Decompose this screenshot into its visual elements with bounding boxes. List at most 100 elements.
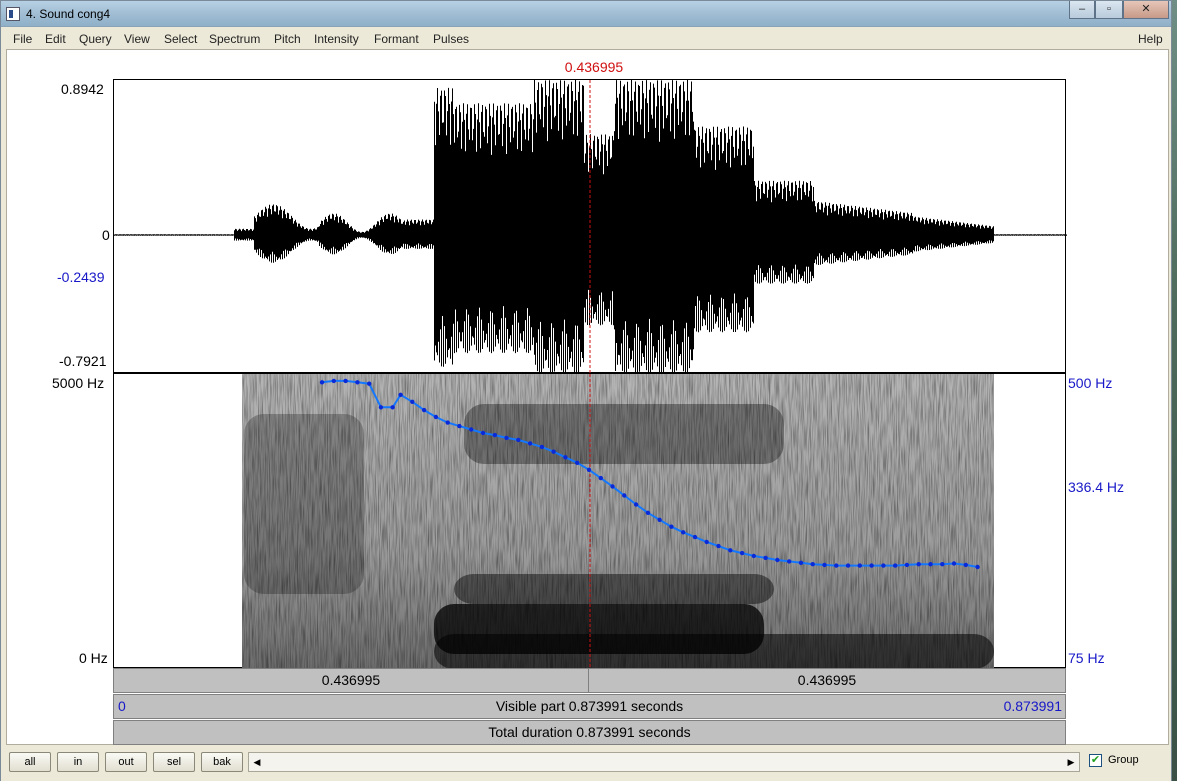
- menu-intensity[interactable]: Intensity: [314, 32, 359, 46]
- pitch-point: [598, 475, 603, 481]
- pitch-point: [527, 441, 533, 446]
- pitch-point: [798, 560, 804, 565]
- menu-edit[interactable]: Edit: [45, 32, 66, 46]
- formant-band: [464, 404, 784, 464]
- formant-band: [244, 414, 364, 594]
- minimize-button[interactable]: ‒: [1069, 1, 1095, 19]
- scroll-right-icon[interactable]: ▶: [1063, 753, 1079, 771]
- pitch-point: [410, 399, 415, 404]
- menu-spectrum[interactable]: Spectrum: [209, 32, 260, 46]
- pitch-point: [398, 392, 403, 397]
- pitch-point: [633, 502, 639, 507]
- pitch-point: [367, 381, 372, 386]
- cursor-time-label: 0.436995: [564, 59, 624, 75]
- pitch-point: [469, 427, 474, 432]
- menu-pulses[interactable]: Pulses: [433, 32, 469, 46]
- pitch-point: [775, 557, 780, 563]
- group-label: Group: [1108, 754, 1139, 766]
- bottom-toolbar: all in out sel bak ◀ ▶ ✔ Group: [1, 745, 1171, 781]
- time-bar-left[interactable]: 0.436995: [114, 669, 589, 692]
- scroll-left-icon[interactable]: ◀: [249, 753, 265, 771]
- visible-part-label: Visible part 0.873991 seconds: [495, 698, 684, 714]
- pitch-point: [822, 562, 827, 568]
- zoom-back-button[interactable]: bak: [201, 752, 243, 772]
- waveform-marker-label: -0.2439: [57, 269, 105, 285]
- cursor-time-bar[interactable]: 0.436995 0.436995: [113, 668, 1066, 693]
- menu-view[interactable]: View: [124, 32, 150, 46]
- pitch-point: [916, 562, 921, 567]
- pitch-point: [893, 563, 898, 568]
- pitch-point: [681, 530, 686, 535]
- maximize-button[interactable]: ▫: [1095, 1, 1123, 19]
- praat-icon: [6, 7, 20, 21]
- spectrogram-freq-top-label: 5000 Hz: [52, 375, 105, 391]
- pitch-mid-label: 336.4 Hz: [1068, 479, 1125, 495]
- pitch-point: [331, 378, 336, 384]
- total-duration-label: Total duration 0.873991 seconds: [488, 724, 691, 740]
- visible-end-label: 0.873991: [1003, 698, 1062, 714]
- pitch-point: [551, 449, 556, 454]
- menu-help[interactable]: Help: [1138, 32, 1163, 46]
- visible-part-bar[interactable]: 0 Visible part 0.873991 seconds 0.873991: [113, 694, 1066, 719]
- pitch-point: [610, 484, 615, 489]
- pitch-point: [963, 562, 968, 568]
- time-scrollbar[interactable]: ◀ ▶: [248, 752, 1080, 772]
- pitch-point: [622, 493, 627, 498]
- total-duration-bar[interactable]: Total duration 0.873991 seconds: [113, 720, 1066, 745]
- pitch-point: [433, 414, 439, 420]
- pitch-point: [480, 430, 486, 436]
- waveform-plot[interactable]: [113, 79, 1067, 374]
- pitch-point: [575, 460, 580, 465]
- pitch-point: [563, 455, 568, 460]
- window-title: 4. Sound cong4: [26, 7, 111, 21]
- title-bar[interactable]: 4. Sound cong4 ‒ ▫ ✕: [1, 1, 1171, 27]
- zoom-out-button[interactable]: out: [105, 752, 147, 772]
- zoom-all-button[interactable]: all: [9, 752, 51, 772]
- pitch-point: [739, 550, 745, 556]
- waveform-ymin-label: -0.7921: [59, 353, 107, 369]
- pitch-point: [378, 405, 384, 410]
- menu-file[interactable]: File: [13, 32, 32, 46]
- waveform-zero-label: 0: [102, 227, 110, 243]
- waveform-ymax-label: 0.8942: [61, 81, 104, 97]
- pitch-point: [669, 524, 674, 529]
- pitch-point: [319, 380, 325, 385]
- pitch-point: [657, 517, 662, 522]
- pitch-point: [940, 562, 945, 567]
- zoom-in-button[interactable]: in: [57, 752, 99, 772]
- menu-formant[interactable]: Formant: [374, 32, 419, 46]
- spectrogram-plot[interactable]: [113, 373, 1066, 669]
- pitch-point: [692, 534, 698, 540]
- zoom-selection-button[interactable]: sel: [153, 752, 195, 772]
- pitch-point: [539, 444, 545, 450]
- pitch-point: [810, 562, 815, 567]
- menu-select[interactable]: Select: [164, 32, 197, 46]
- pitch-point: [504, 435, 509, 441]
- pitch-point: [716, 543, 721, 549]
- pitch-point: [834, 563, 839, 568]
- pitch-point: [904, 562, 910, 568]
- pitch-point: [975, 564, 980, 570]
- pitch-point: [516, 437, 521, 443]
- menu-pitch[interactable]: Pitch: [274, 32, 301, 46]
- pitch-point: [751, 553, 756, 559]
- pitch-point: [457, 423, 462, 429]
- pitch-point: [492, 432, 497, 438]
- pitch-point: [787, 559, 792, 564]
- sound-view-panel: 0.436995 0.8942 0 -0.2439 -0.7921 5000 H…: [6, 49, 1169, 745]
- pitch-point: [343, 378, 348, 384]
- time-bar-right[interactable]: 0.436995: [589, 669, 1065, 692]
- pitch-point: [928, 562, 933, 567]
- pitch-point: [728, 548, 733, 553]
- pitch-point: [645, 510, 651, 515]
- menu-query[interactable]: Query: [79, 32, 112, 46]
- pitch-point: [845, 563, 851, 568]
- pitch-point: [857, 563, 862, 568]
- sound-editor-window: 4. Sound cong4 ‒ ▫ ✕ File Edit Query Vie…: [0, 0, 1172, 781]
- spectrogram-freq-bottom-label: 0 Hz: [79, 650, 108, 666]
- group-checkbox[interactable]: ✔: [1089, 754, 1102, 767]
- pitch-point: [704, 539, 709, 545]
- pitch-top-label: 500 Hz: [1068, 375, 1113, 391]
- pitch-point: [445, 420, 450, 425]
- close-button[interactable]: ✕: [1123, 1, 1169, 19]
